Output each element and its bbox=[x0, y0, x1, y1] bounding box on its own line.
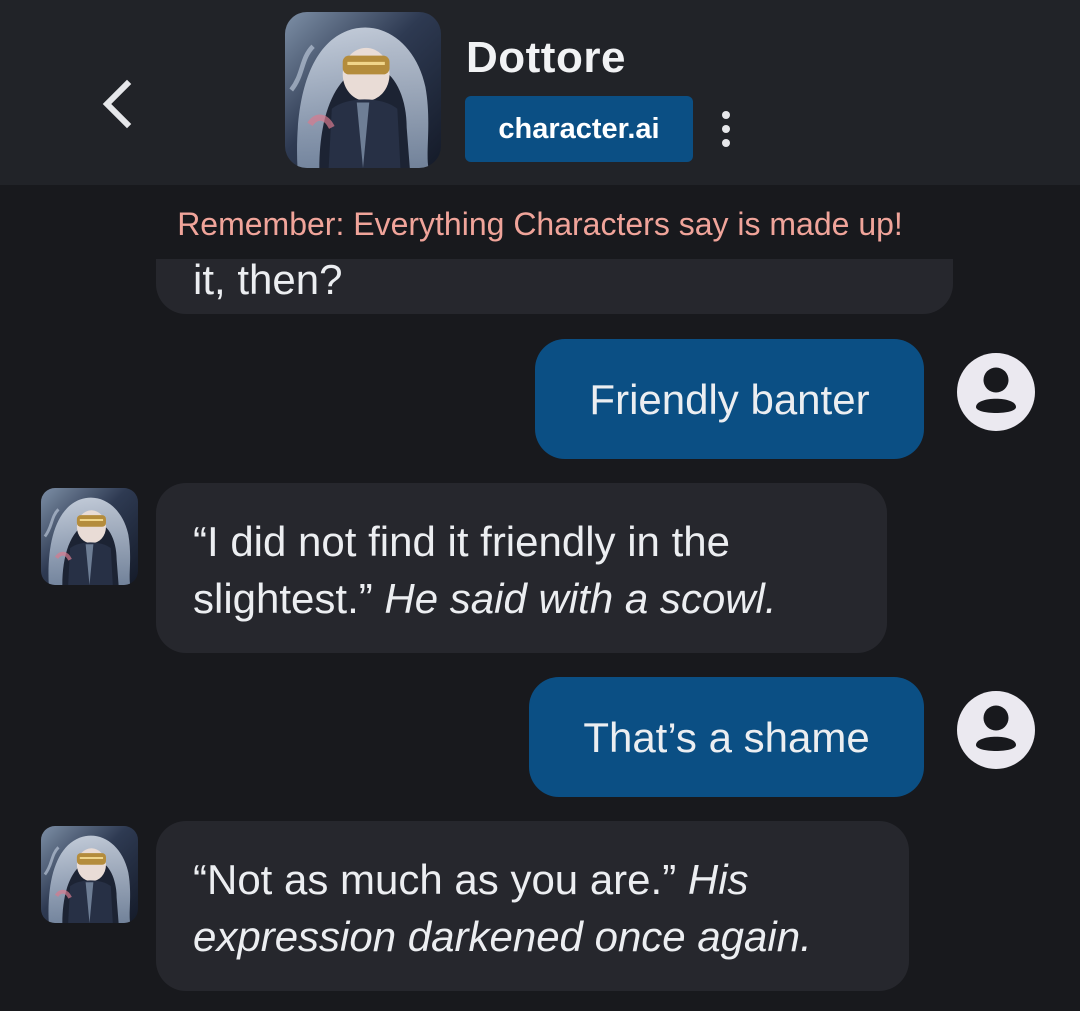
character-avatar-small[interactable] bbox=[41, 488, 138, 585]
message-action: He said with a scowl. bbox=[384, 575, 777, 622]
user-avatar-icon[interactable] bbox=[956, 690, 1036, 770]
character-message: “I did not find it friendly in the sligh… bbox=[156, 483, 887, 653]
chat-header: Dottore character.ai bbox=[0, 0, 1080, 185]
message-text: Friendly banter bbox=[589, 375, 870, 423]
back-button[interactable] bbox=[88, 72, 144, 136]
user-message: That’s a shame bbox=[529, 677, 924, 797]
message-speech: slightest.” bbox=[193, 575, 385, 622]
brand-badge: character.ai bbox=[465, 96, 693, 162]
message-action: His bbox=[687, 856, 749, 903]
character-name: Dottore bbox=[466, 33, 626, 82]
message-line: expression darkened once again. bbox=[193, 913, 812, 960]
message-text: it, then? bbox=[193, 259, 343, 303]
message-speech: “Not as much as you are.” bbox=[193, 856, 688, 903]
message-list[interactable]: it, then? Friendly banter “I did not fin… bbox=[0, 259, 1080, 1011]
chevron-left-icon bbox=[102, 79, 132, 129]
message-line: slightest.” He said with a scowl. bbox=[193, 570, 850, 627]
more-vertical-icon bbox=[722, 111, 730, 147]
character-message: “Not as much as you are.” His expression… bbox=[156, 821, 909, 991]
chat-screen: Dottore character.ai Remember: Everythin… bbox=[0, 0, 1080, 1011]
user-message: Friendly banter bbox=[535, 339, 924, 459]
message-line: “I did not find it friendly in the bbox=[193, 518, 730, 565]
character-avatar-small[interactable] bbox=[41, 826, 138, 923]
character-message: it, then? bbox=[156, 259, 953, 314]
disclaimer-banner: Remember: Everything Characters say is m… bbox=[177, 206, 903, 242]
character-avatar[interactable] bbox=[285, 12, 441, 168]
user-avatar-icon[interactable] bbox=[956, 352, 1036, 432]
message-line: “Not as much as you are.” His bbox=[193, 851, 872, 908]
more-options-button[interactable] bbox=[704, 106, 748, 152]
message-text: That’s a shame bbox=[583, 713, 870, 761]
